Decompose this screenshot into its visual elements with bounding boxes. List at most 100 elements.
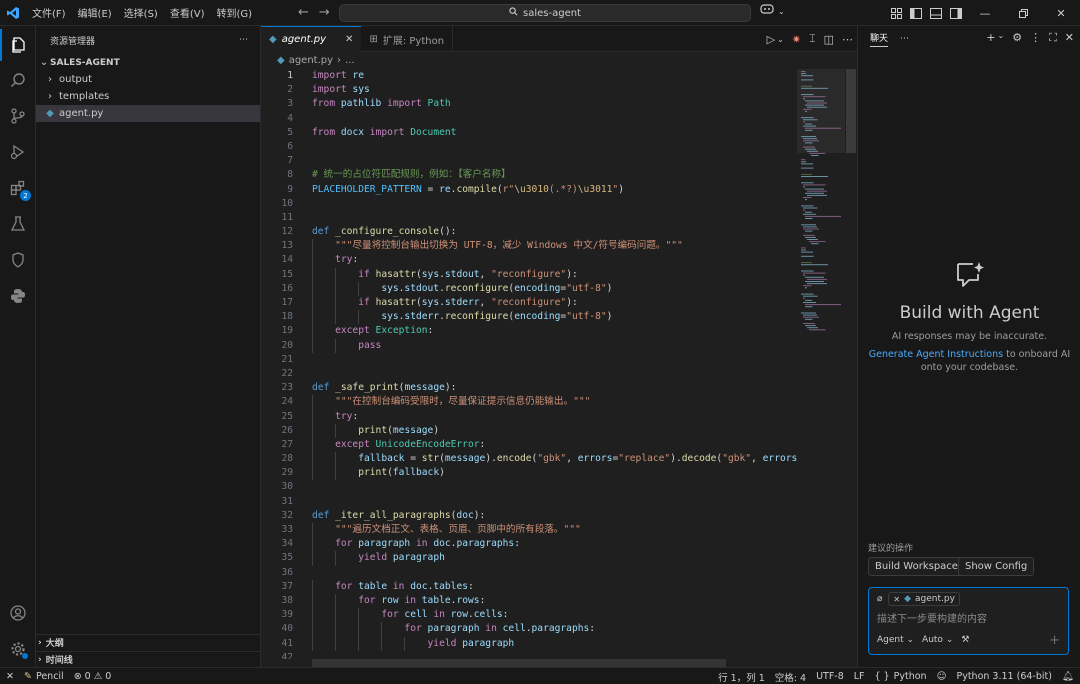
menu-go[interactable]: 转到(G) [211,5,259,20]
code-line[interactable]: 42 [261,651,797,659]
code-line[interactable]: 17 if hasattr(sys.stderr, "reconfigure")… [261,296,797,311]
code-line[interactable]: 33 """遍历文档正文、表格、页眉、页脚中的所有段落。""" [261,523,797,538]
tab-chat[interactable]: 聊天 [870,31,889,47]
show-config-button[interactable]: Show Config [958,557,1035,576]
restore-icon[interactable] [1004,0,1042,26]
more-actions-icon[interactable]: ⋯ [239,35,248,45]
code-line[interactable]: 37 for table in doc.tables: [261,579,797,594]
code-line[interactable]: 41 yield paragraph [261,636,797,651]
python-interpreter[interactable]: Python 3.11 (64-bit) [956,671,1051,682]
tree-item-agent-py[interactable]: ◆ agent.py [36,105,260,122]
toggle-secondary-sidebar-icon[interactable] [946,0,966,26]
indentation[interactable]: 空格: 4 [775,670,806,684]
code-line[interactable]: 13 """尽量将控制台输出切换为 UTF-8，减少 Windows 中文/符号… [261,239,797,254]
code-line[interactable]: 31 [261,495,797,509]
code-line[interactable]: 40 for paragraph in cell.paragraphs: [261,622,797,637]
menu-view[interactable]: 查看(V) [164,5,211,20]
menu-edit[interactable]: 编辑(E) [72,5,118,20]
encoding[interactable]: UTF-8 [816,671,844,682]
run-icon[interactable]: ▷ [767,33,775,46]
chat-input[interactable]: 描述下一步要构建的内容 [869,610,1068,628]
model-dropdown[interactable]: Auto ⌄ [922,635,953,645]
cursor-icon[interactable]: ⌶ [809,32,816,46]
code-line[interactable]: 10 [261,197,797,211]
outline-section[interactable]: › 大纲 [36,634,261,650]
vertical-scrollbar[interactable] [845,69,857,659]
code-line[interactable]: 18 sys.stderr.reconfigure(encoding="utf-… [261,310,797,325]
forward-arrow-icon[interactable]: → [319,5,330,20]
sparkle-debug-icon[interactable]: ✷ [792,33,801,46]
send-icon[interactable]: + [1049,633,1060,648]
split-editor-icon[interactable]: ◫ [824,33,834,46]
code-line[interactable]: 39 for cell in row.cells: [261,608,797,623]
shield-icon[interactable] [0,244,36,276]
toggle-panel-icon[interactable] [926,0,946,26]
run-debug-icon[interactable] [0,136,36,168]
language-mode[interactable]: { } Python [875,671,927,682]
timeline-section[interactable]: › 时间线 [36,651,261,667]
command-center-search[interactable]: sales-agent [339,4,751,22]
cursor-position[interactable]: 行 1，列 1 [718,670,765,684]
code-line[interactable]: 16 sys.stdout.reconfigure(encoding="utf-… [261,281,797,296]
code-line[interactable]: 3 from pathlib import Path [261,97,797,111]
code-line[interactable]: 11 [261,211,797,225]
code-line[interactable]: 21 [261,353,797,367]
more-actions-icon[interactable]: ⋯ [842,33,853,46]
close-icon[interactable]: ✕ [345,34,353,45]
close-icon[interactable]: ✕ [1065,31,1074,45]
code-line[interactable]: 28 fallback = str(message).encode("gbk",… [261,452,797,467]
more-actions-icon[interactable]: ⋮ [1030,31,1041,45]
tools-icon[interactable]: ⚒ [961,635,969,645]
code-line[interactable]: 15 if hasattr(sys.stdout, "reconfigure")… [261,267,797,282]
code-editor[interactable]: 1 import re 2 import sys 3 from pathlib impor… [261,69,797,659]
tree-item-templates[interactable]: › templates [36,88,260,105]
code-line[interactable]: 4 [261,112,797,126]
code-line[interactable]: 24 """在控制台编码受限时，尽量保证提示信息仍能输出。""" [261,395,797,410]
code-line[interactable]: 6 [261,140,797,154]
chevron-down-icon[interactable]: ⌄ [777,35,784,44]
breadcrumb-symbol[interactable]: ... [345,55,355,66]
notifications-icon[interactable]: 🔔︎ [1062,671,1074,682]
copilot-menu-button[interactable]: ⌄ [760,4,785,18]
tab-agent-py[interactable]: ◆ agent.py ✕ [261,26,362,52]
tree-item-output[interactable]: › output [36,71,260,88]
scrollbar-thumb[interactable] [846,69,856,153]
python-icon[interactable] [0,280,36,312]
toggle-primary-sidebar-icon[interactable] [906,0,926,26]
testing-icon[interactable] [0,208,36,240]
code-line[interactable]: 19 except Exception: [261,324,797,339]
copilot-status-icon[interactable]: ☺ [937,671,947,682]
more-actions-icon[interactable]: ⋯ [900,34,909,44]
maximize-icon[interactable]: ⛶ [1049,31,1057,45]
close-icon[interactable]: ✕ [893,595,900,604]
code-line[interactable]: 32 def _iter_all_paragraphs(doc): [261,509,797,523]
code-line[interactable]: 8 # 统一的占位符匹配规则，例如：【客户名称】 [261,168,797,182]
close-window-icon[interactable]: ✕ [1042,0,1080,26]
problems-item[interactable]: ⊗ 0 ⚠ 0 [74,671,112,682]
tab-extension-python[interactable]: ⊞ 扩展: Python [361,26,454,52]
code-line[interactable]: 38 for row in table.rows: [261,593,797,609]
source-control-icon[interactable] [0,100,36,132]
menu-selection[interactable]: 选择(S) [118,5,164,20]
code-line[interactable]: 29 print(fallback) [261,466,797,481]
generate-instructions-link[interactable]: Generate Agent Instructions [869,349,1003,360]
minimize-icon[interactable]: — [966,0,1004,26]
account-icon[interactable] [0,597,36,629]
horizontal-scrollbar[interactable] [312,659,726,667]
minimap[interactable] [797,69,845,659]
chevron-down-icon[interactable]: ⌄ [998,31,1005,45]
code-line[interactable]: 36 [261,566,797,580]
code-line[interactable]: 25 try: [261,409,797,424]
code-line[interactable]: 2 import sys [261,83,797,97]
code-line[interactable]: 9 PLACEHOLDER_PATTERN = re.compile(r"\u30… [261,183,797,197]
code-line[interactable]: 1 import re [261,69,797,83]
attach-icon[interactable]: ⌀ [877,594,882,604]
code-line[interactable]: 14 try: [261,253,797,268]
customize-layout-icon[interactable] [886,0,906,26]
explorer-icon[interactable] [0,29,36,61]
context-chip[interactable]: ✕ ◆ agent.py [888,592,960,606]
code-line[interactable]: 22 [261,367,797,381]
code-line[interactable]: 23 def _safe_print(message): [261,381,797,395]
build-workspace-button[interactable]: Build Workspace [868,557,965,576]
code-line[interactable]: 27 except UnicodeEncodeError: [261,437,797,453]
